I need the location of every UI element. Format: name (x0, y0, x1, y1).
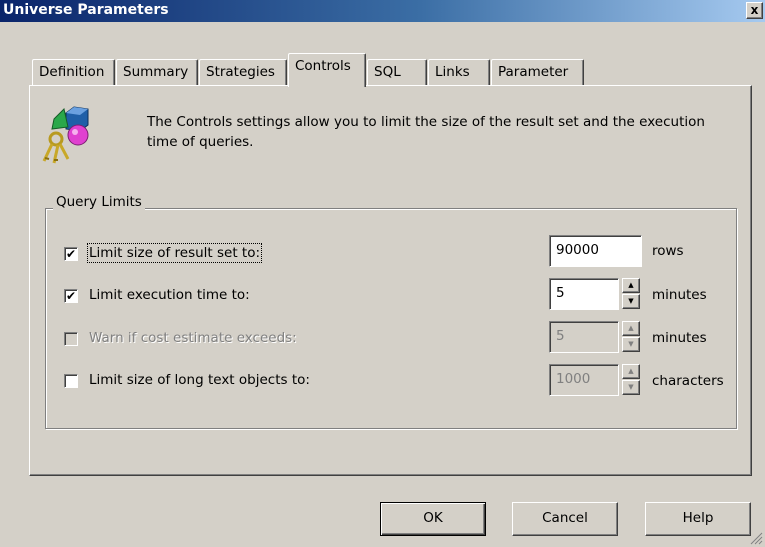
close-icon: x (750, 3, 759, 17)
limit-execution-time-checkbox[interactable]: ✔ (64, 289, 78, 303)
tab-label: Links (435, 64, 470, 80)
ok-button[interactable]: OK (380, 502, 486, 536)
long-text-spinner[interactable]: ▲ ▼ (622, 364, 640, 396)
spin-up-icon[interactable]: ▲ (622, 321, 640, 336)
spin-up-icon[interactable]: ▲ (622, 364, 640, 379)
close-button[interactable]: x (746, 2, 763, 19)
keys-and-shapes-icon (42, 106, 89, 164)
tab-label: Strategies (206, 64, 275, 80)
check-icon: ✔ (65, 247, 77, 261)
tab-label: Summary (123, 64, 189, 80)
limit-result-set-checkbox[interactable]: ✔ (64, 247, 78, 261)
limit-long-text-checkbox[interactable] (64, 374, 78, 388)
execution-time-input[interactable]: 5 (549, 278, 619, 310)
execution-time-spinner[interactable]: ▲ ▼ (622, 278, 640, 310)
limit-execution-time-label[interactable]: Limit execution time to: (89, 287, 250, 303)
warn-cost-estimate-checkbox[interactable] (64, 332, 78, 346)
spin-down-icon[interactable]: ▼ (622, 380, 640, 395)
spin-up-icon[interactable]: ▲ (622, 278, 640, 293)
check-icon: ✔ (65, 289, 77, 303)
limit-result-set-label[interactable]: Limit size of result set to: (86, 243, 263, 263)
characters-unit-label: characters (652, 373, 724, 389)
execution-minutes-unit-label: minutes (652, 287, 707, 303)
tab-links[interactable]: Links (428, 59, 490, 85)
result-set-rows-input[interactable]: 90000 (549, 235, 642, 267)
tab-summary[interactable]: Summary (116, 59, 198, 85)
tab-definition[interactable]: Definition (32, 59, 115, 85)
title-bar: Universe Parameters x (0, 0, 765, 22)
tab-label: Definition (39, 64, 105, 80)
cost-estimate-spinner[interactable]: ▲ ▼ (622, 321, 640, 353)
query-limits-legend: Query Limits (53, 194, 145, 210)
tab-label: Controls (295, 58, 351, 74)
long-text-input[interactable]: 1000 (549, 364, 619, 396)
tab-strategies[interactable]: Strategies (199, 59, 287, 85)
resize-grip-icon[interactable] (749, 531, 763, 545)
tab-label: Parameter (498, 64, 569, 80)
cost-minutes-unit-label: minutes (652, 330, 707, 346)
help-button[interactable]: Help (645, 502, 751, 536)
tab-controls[interactable]: Controls (288, 53, 366, 87)
limit-long-text-label[interactable]: Limit size of long text objects to: (89, 372, 310, 388)
window-title: Universe Parameters (3, 2, 169, 18)
warn-cost-estimate-label[interactable]: Warn if cost estimate exceeds: (89, 330, 297, 346)
tab-sql[interactable]: SQL (367, 59, 427, 85)
tab-parameter[interactable]: Parameter (491, 59, 584, 85)
controls-description: The Controls settings allow you to limit… (147, 114, 705, 150)
spin-down-icon[interactable]: ▼ (622, 294, 640, 309)
cancel-button[interactable]: Cancel (512, 502, 618, 536)
spin-down-icon[interactable]: ▼ (622, 337, 640, 352)
rows-unit-label: rows (652, 243, 684, 259)
cost-estimate-input[interactable]: 5 (549, 321, 619, 353)
tab-label: SQL (374, 64, 401, 80)
